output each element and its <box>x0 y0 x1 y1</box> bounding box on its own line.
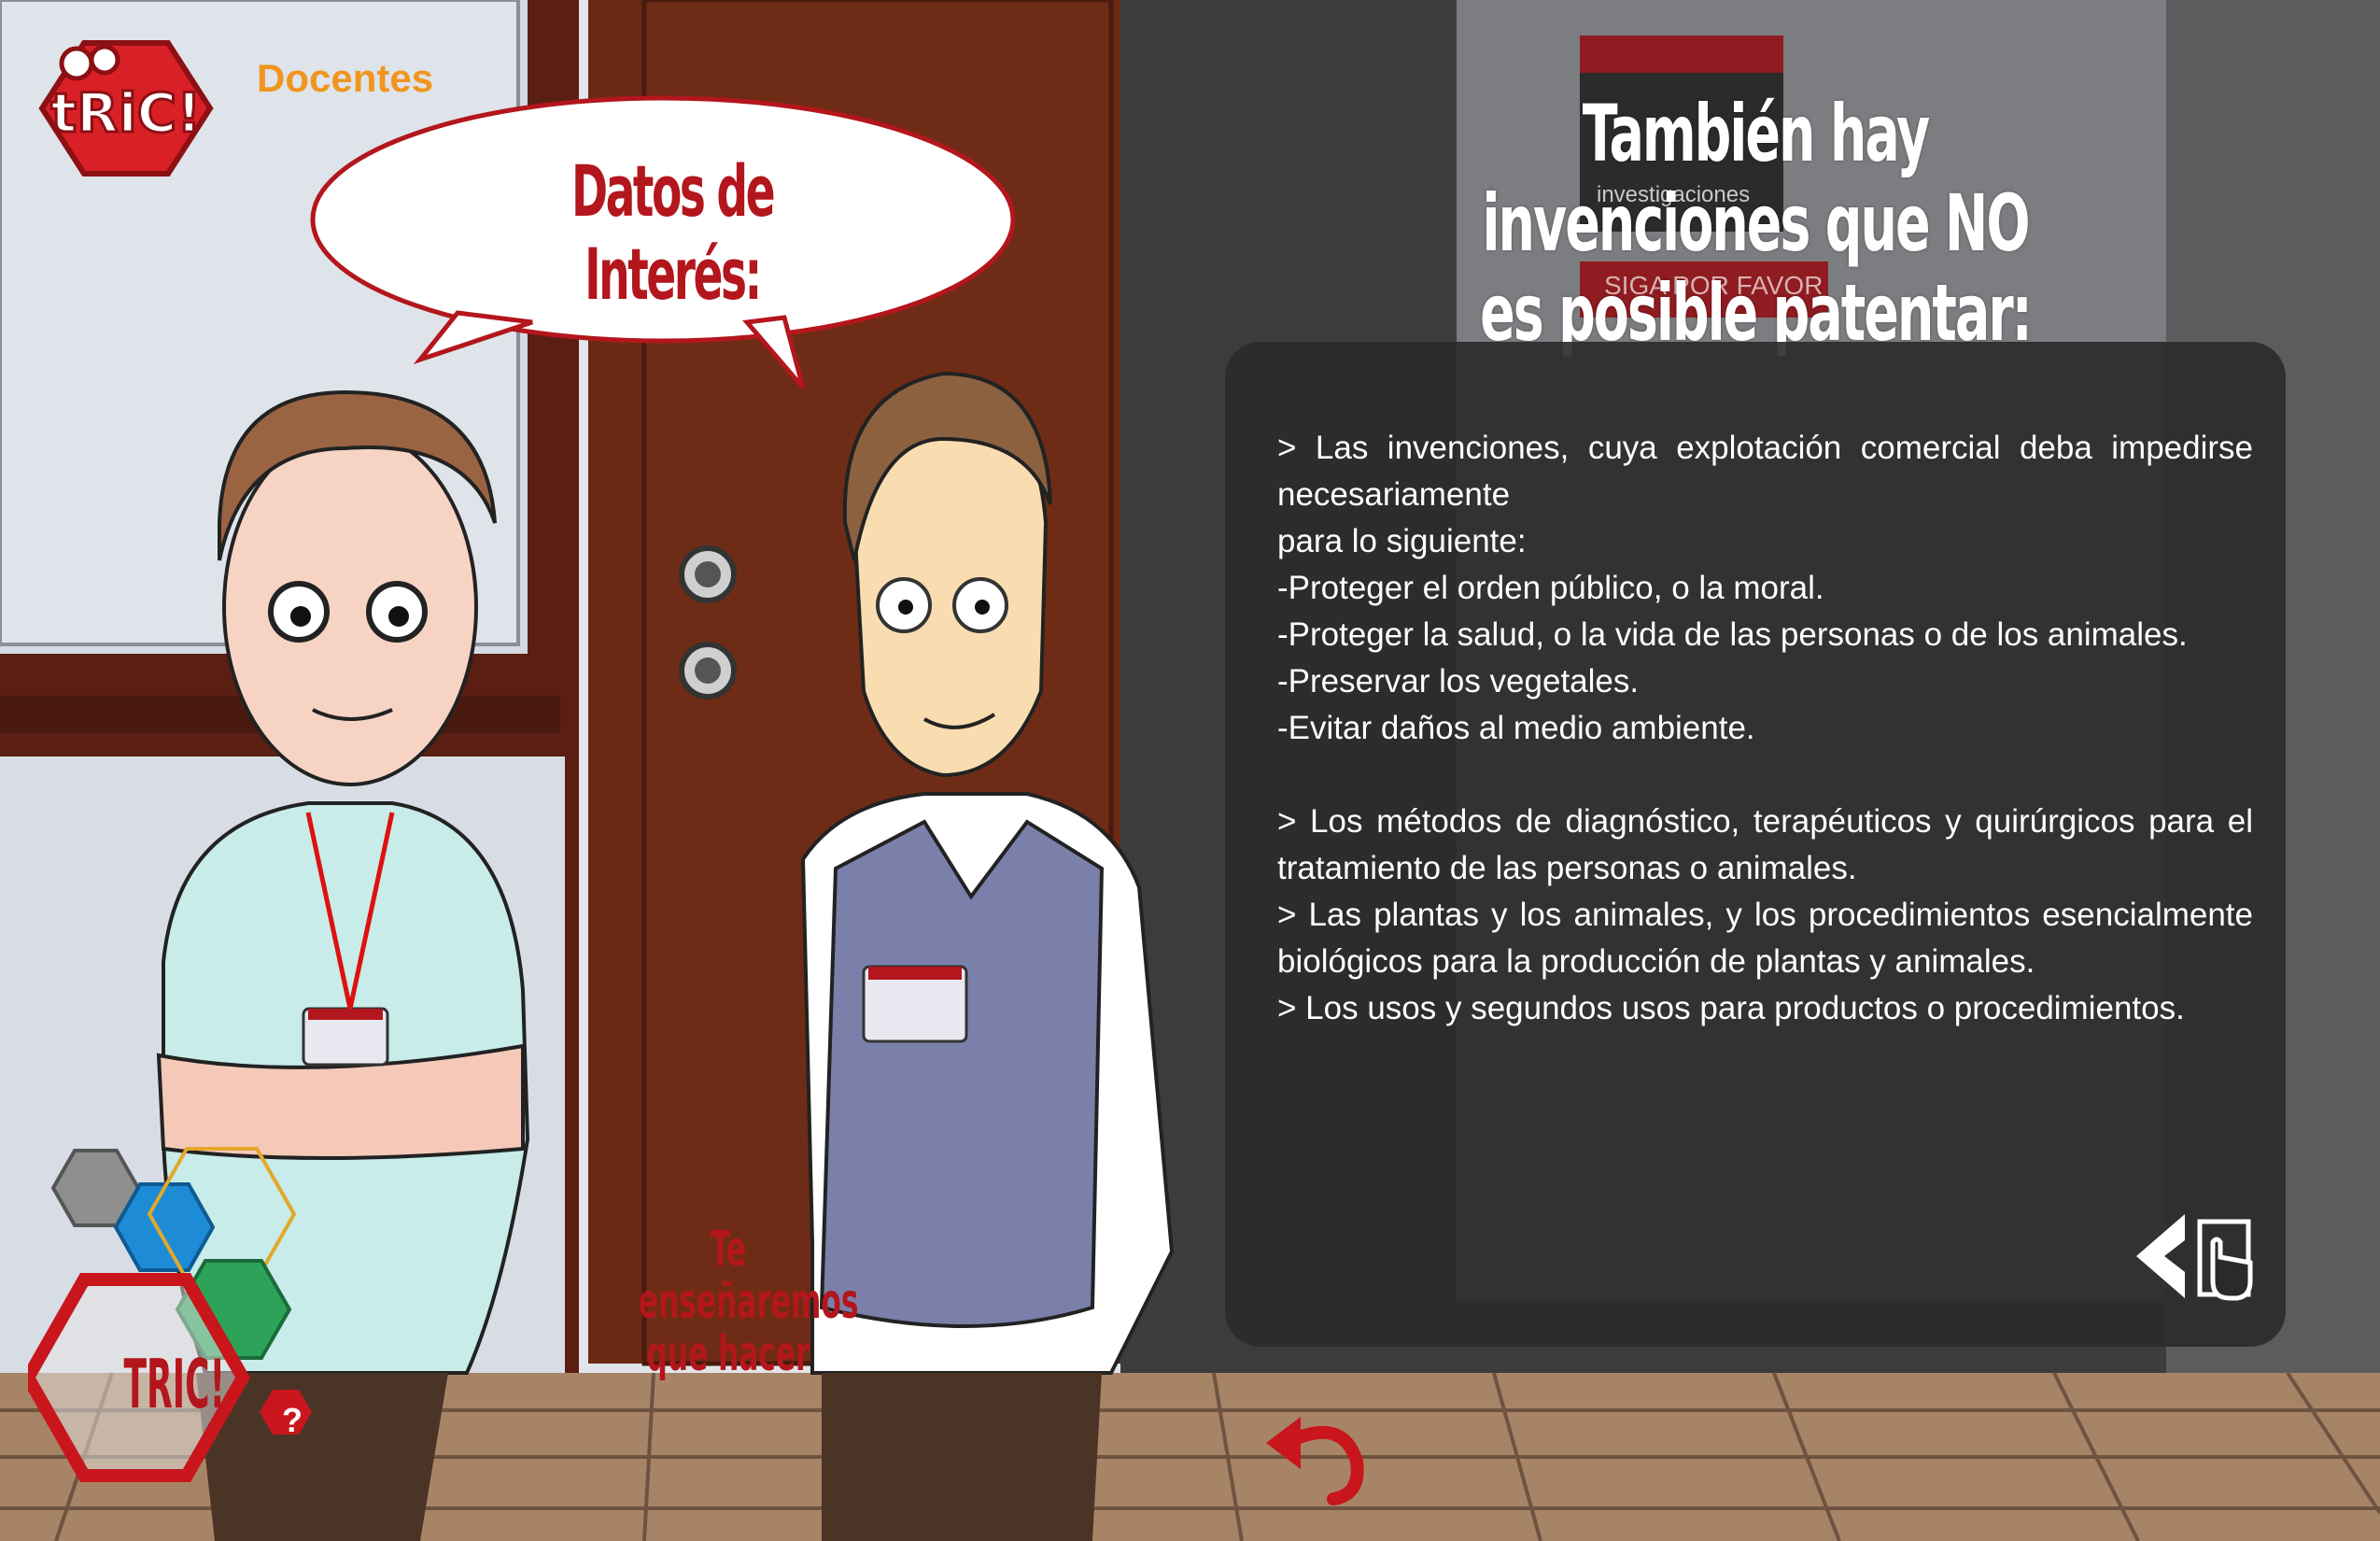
bubble-title: Datos de Interés: <box>570 149 776 316</box>
curved-back-arrow-icon <box>1266 1417 1364 1506</box>
hex-menu <box>28 1147 312 1482</box>
logo-text: tRiC! <box>50 81 201 145</box>
back-arrow-button[interactable] <box>1259 1406 1371 1508</box>
hand-cursor-icon <box>2197 1219 2253 1301</box>
hex-menu-label: TRIC! <box>123 1345 226 1423</box>
tagline: Te enseñaremos que hacer <box>639 1222 859 1382</box>
headline: También hay invenciones que NO es posibl… <box>1480 88 2033 359</box>
tric-logo[interactable]: tRiC! <box>28 34 215 183</box>
nav-back-button[interactable] <box>2127 1205 2258 1308</box>
chevron-left-icon <box>2136 1214 2185 1298</box>
info-panel-text: > Las invenciones, cuya explotación come… <box>1277 430 2253 1026</box>
help-icon[interactable]: ? <box>282 1401 303 1440</box>
